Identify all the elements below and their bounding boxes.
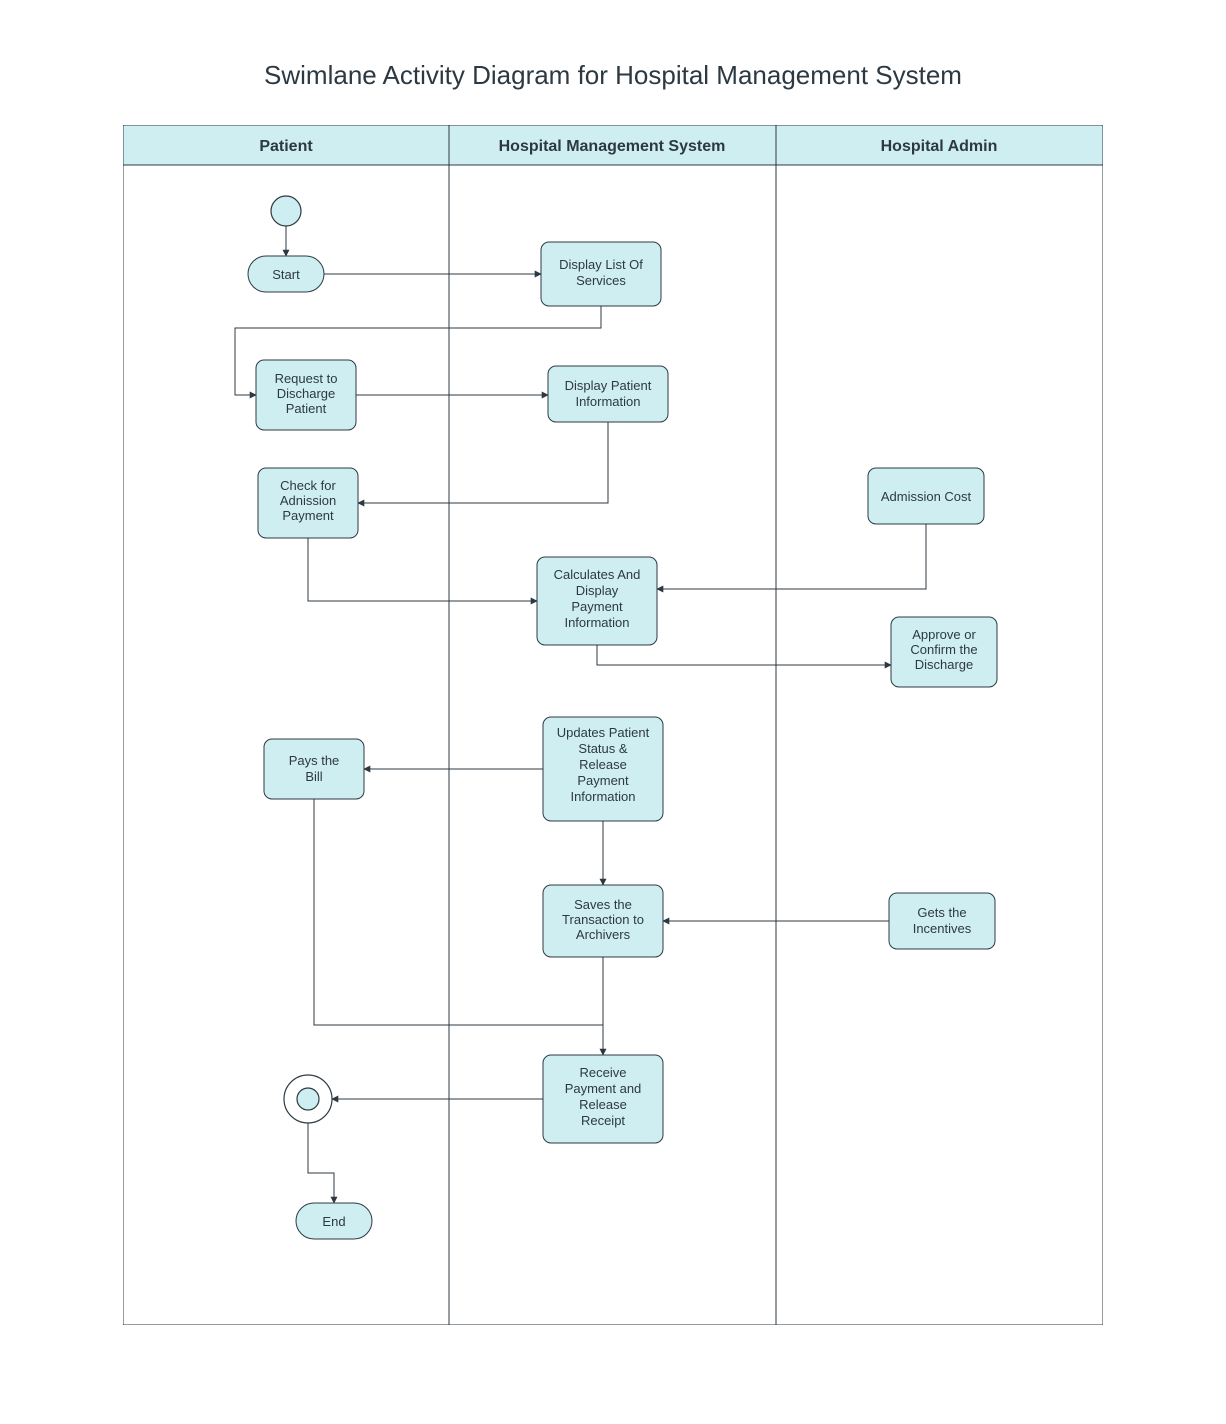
svg-text:Payment: Payment [571, 599, 623, 614]
svg-text:Release: Release [579, 757, 627, 772]
pays-bill-node: Pays the Bill [264, 739, 364, 799]
svg-text:Bill: Bill [305, 769, 322, 784]
lane-patient: Patient [123, 125, 449, 1325]
svg-text:Gets the: Gets the [917, 905, 966, 920]
svg-text:Request to: Request to [275, 371, 338, 386]
svg-text:Release: Release [579, 1097, 627, 1112]
admission-cost-node: Admission Cost [868, 468, 984, 524]
display-patient-info-node: Display Patient Information [548, 366, 668, 422]
svg-text:Display List Of: Display List Of [559, 257, 643, 272]
svg-text:Calculates And: Calculates And [554, 567, 641, 582]
final-node-icon [284, 1075, 332, 1123]
svg-text:Discharge: Discharge [915, 657, 974, 672]
svg-text:Receipt: Receipt [581, 1113, 625, 1128]
receive-payment-node: Receive Payment and Release Receipt [543, 1055, 663, 1143]
lane-admin: Hospital Admin [776, 125, 1103, 1325]
svg-text:Status &: Status & [578, 741, 627, 756]
svg-text:Receive: Receive [580, 1065, 627, 1080]
svg-text:Incentives: Incentives [913, 921, 972, 936]
svg-text:Confirm the: Confirm the [910, 642, 977, 657]
svg-text:Patient: Patient [286, 401, 327, 416]
svg-text:Pays the: Pays the [289, 753, 340, 768]
svg-text:Payment: Payment [577, 773, 629, 788]
updates-status-node: Updates Patient Status & Release Payment… [543, 717, 663, 821]
diagram-title: Swimlane Activity Diagram for Hospital M… [60, 60, 1166, 91]
svg-text:Payment: Payment [282, 508, 334, 523]
check-admission-payment-node: Check for Adnission Payment [258, 468, 358, 538]
svg-text:Approve or: Approve or [912, 627, 976, 642]
svg-text:Display Patient: Display Patient [565, 378, 652, 393]
approve-discharge-node: Approve or Confirm the Discharge [891, 617, 997, 687]
svg-text:Check for: Check for [280, 478, 336, 493]
svg-text:Saves the: Saves the [574, 897, 632, 912]
initial-node-icon [271, 196, 301, 226]
lane-hms-label: Hospital Management System [499, 138, 726, 155]
start-node: Start [248, 256, 324, 292]
svg-text:Adnission: Adnission [280, 493, 336, 508]
svg-text:Admission Cost: Admission Cost [881, 489, 972, 504]
svg-text:Services: Services [576, 273, 626, 288]
svg-text:Information: Information [564, 615, 629, 630]
calc-display-payment-node: Calculates And Display Payment Informati… [537, 557, 657, 645]
svg-text:Archivers: Archivers [576, 927, 631, 942]
display-services-node: Display List Of Services [541, 242, 661, 306]
request-discharge-node: Request to Discharge Patient [256, 360, 356, 430]
saves-transaction-node: Saves the Transaction to Archivers [543, 885, 663, 957]
svg-text:End: End [322, 1214, 345, 1229]
svg-text:Start: Start [272, 267, 300, 282]
lane-admin-label: Hospital Admin [881, 138, 998, 155]
svg-text:Display: Display [576, 583, 619, 598]
svg-text:Discharge: Discharge [277, 386, 336, 401]
gets-incentives-node: Gets the Incentives [889, 893, 995, 949]
swimlane-diagram: Patient Hospital Management System Hospi… [123, 125, 1103, 1325]
svg-text:Information: Information [575, 394, 640, 409]
end-node: End [296, 1203, 372, 1239]
lane-patient-label: Patient [259, 138, 313, 155]
svg-text:Transaction to: Transaction to [562, 912, 644, 927]
svg-text:Updates Patient: Updates Patient [557, 725, 650, 740]
svg-text:Payment and: Payment and [565, 1081, 642, 1096]
svg-text:Information: Information [570, 789, 635, 804]
